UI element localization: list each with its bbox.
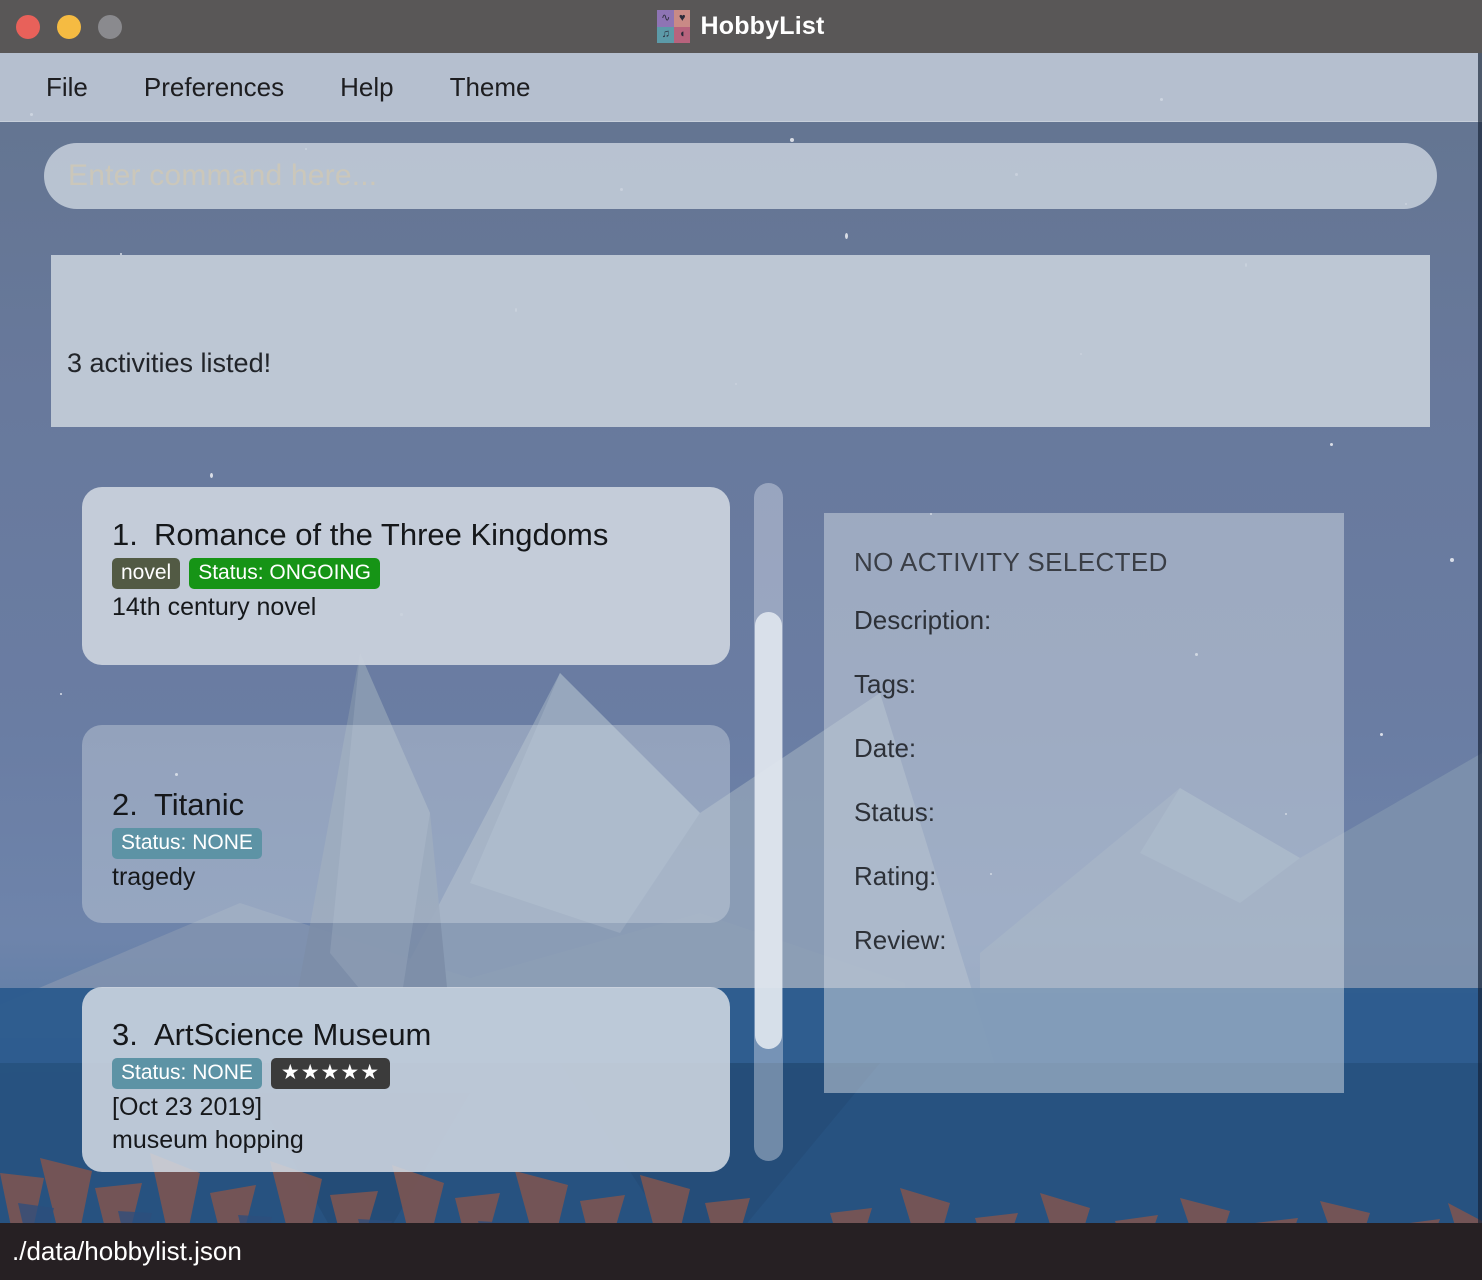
- title-bar: ∿ ♥ ♫ ◖ HobbyList: [0, 0, 1482, 53]
- detail-field-tags: Tags:: [854, 669, 917, 699]
- heart-icon: ♥: [673, 10, 691, 27]
- detail-heading: NO ACTIVITY SELECTED: [854, 547, 1168, 577]
- status-bar: ./data/hobbylist.json: [0, 1223, 1482, 1280]
- window-title: HobbyList: [700, 12, 825, 40]
- activity-chips: Status: NONE: [112, 828, 262, 860]
- detail-field-rating: Rating:: [854, 861, 937, 891]
- activity-name: ArtScience Museum: [154, 1017, 432, 1052]
- detail-field-status: Status:: [854, 797, 935, 827]
- result-message: 3 activities listed!: [67, 348, 272, 378]
- main-content: Enter command here... 3 activities liste…: [0, 122, 1482, 1227]
- tag-badge: novel: [112, 558, 181, 590]
- status-badge: Status: NONE: [112, 828, 262, 860]
- wave-icon: ∿: [657, 10, 674, 27]
- command-input-placeholder: Enter command here...: [68, 159, 378, 192]
- menu-item-preferences[interactable]: Preferences: [138, 68, 290, 107]
- activity-description: museum hopping: [112, 1126, 304, 1155]
- activity-description: tragedy: [112, 863, 196, 892]
- activity-title: 2. Titanic: [112, 787, 262, 823]
- activity-title: 3. ArtScience Museum: [112, 1017, 431, 1053]
- save-location-path: ./data/hobbylist.json: [12, 1236, 242, 1266]
- detail-field-review: Review:: [854, 925, 947, 955]
- detail-field-description: Description:: [854, 605, 992, 635]
- activity-date: [Oct 23 2019]: [112, 1093, 263, 1122]
- scrollbar-thumb[interactable]: [755, 612, 782, 1049]
- activity-chips: Status: NONE ★★★★★: [112, 1058, 431, 1090]
- activity-index: 3.: [112, 1017, 138, 1052]
- detail-field-date: Date:: [854, 733, 917, 763]
- activity-title: 1. Romance of the Three Kingdoms: [112, 517, 608, 553]
- menu-item-help[interactable]: Help: [334, 68, 399, 107]
- window-right-border: [1478, 53, 1482, 1223]
- activity-name: Titanic: [154, 787, 245, 822]
- list-item[interactable]: 2. Titanic Status: NONE tragedy: [82, 725, 730, 923]
- activity-chips: novel Status: ONGOING: [112, 558, 608, 590]
- activity-index: 2.: [112, 787, 138, 822]
- command-input[interactable]: Enter command here...: [44, 143, 1437, 209]
- hobbylist-window: ∿ ♥ ♫ ◖ HobbyList File Preferences Help …: [0, 0, 1482, 1280]
- rating-stars: ★★★★★: [270, 1058, 391, 1090]
- menu-item-theme[interactable]: Theme: [444, 68, 537, 107]
- bowl-icon: ◖: [673, 26, 691, 43]
- activity-detail-panel: NO ACTIVITY SELECTED Description: Tags: …: [824, 513, 1344, 1093]
- status-badge: Status: NONE: [112, 1058, 262, 1090]
- activity-description: 14th century novel: [112, 593, 317, 622]
- menu-item-file[interactable]: File: [40, 68, 94, 107]
- list-scrollbar[interactable]: [754, 483, 783, 1161]
- title-center: ∿ ♥ ♫ ◖ HobbyList: [0, 0, 1482, 53]
- result-display: 3 activities listed!: [51, 255, 1430, 427]
- list-item[interactable]: 1. Romance of the Three Kingdoms novel St…: [82, 487, 730, 665]
- status-badge: Status: ONGOING: [189, 558, 380, 590]
- activity-index: 1.: [112, 517, 138, 552]
- activity-name: Romance of the Three Kingdoms: [154, 517, 609, 552]
- music-note-icon: ♫: [657, 26, 674, 43]
- menu-bar: File Preferences Help Theme: [0, 53, 1482, 122]
- list-item[interactable]: 3. ArtScience Museum Status: NONE ★★★★★ […: [82, 987, 730, 1172]
- hobbylist-app-icon: ∿ ♥ ♫ ◖: [657, 10, 691, 43]
- activity-list: 1. Romance of the Three Kingdoms novel St…: [82, 487, 730, 1187]
